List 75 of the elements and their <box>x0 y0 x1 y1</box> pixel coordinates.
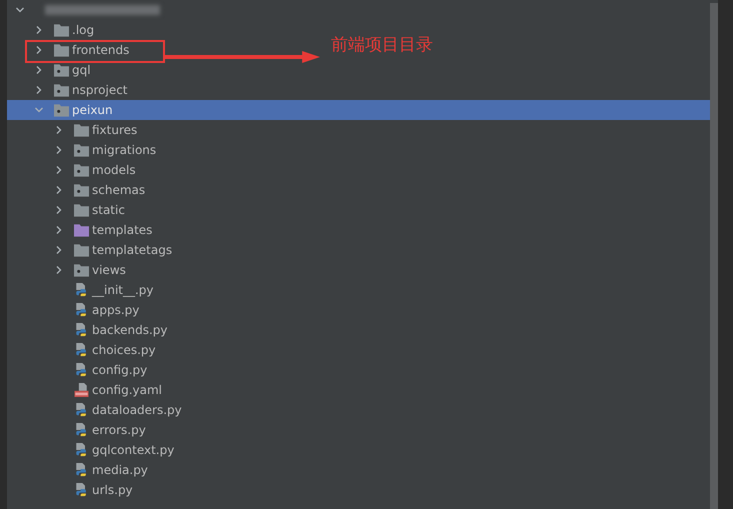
annotation-text: 前端项目目录 <box>331 34 433 56</box>
file-name: config.yaml <box>92 383 162 397</box>
tree-row[interactable]: backends.py <box>7 320 172 340</box>
file-name: choices.py <box>92 343 156 357</box>
file-name: peixun <box>72 103 113 117</box>
file-name: templates <box>92 223 152 237</box>
tree-row[interactable]: migrations <box>7 140 160 160</box>
file-name: gql <box>72 63 91 77</box>
file-name: views <box>92 263 126 277</box>
tree-row[interactable]: fixtures <box>7 120 142 140</box>
tree-row[interactable]: choices.py <box>7 340 160 360</box>
tree-row[interactable]: errors.py <box>7 420 150 440</box>
scrollbar[interactable] <box>710 3 718 509</box>
file-name: migrations <box>92 143 156 157</box>
module-folder-icon <box>74 143 89 157</box>
tree-row[interactable]: peixun <box>7 100 710 120</box>
file-name: .log <box>72 23 94 37</box>
tree-row[interactable]: .log <box>7 20 98 40</box>
file-name: static <box>92 203 125 217</box>
tree-row[interactable]: __init__.py <box>7 280 158 300</box>
tree-row[interactable]: schemas <box>7 180 150 200</box>
file-name: urls.py <box>92 483 133 497</box>
file-name: nsproject <box>72 83 128 97</box>
tree-row[interactable]: config.yaml <box>7 380 166 400</box>
tree-row[interactable]: templatetags <box>7 240 176 260</box>
tree-row[interactable]: media.py <box>7 460 152 480</box>
python-file-icon <box>74 363 89 377</box>
module-folder-icon <box>54 63 69 77</box>
tree-row[interactable]: views <box>7 260 130 280</box>
file-name: fixtures <box>92 123 138 137</box>
file-name: models <box>92 163 136 177</box>
module-folder-icon <box>54 103 69 117</box>
tree-row[interactable]: config.py <box>7 360 152 380</box>
tree-row[interactable]: frontends <box>7 40 134 60</box>
file-name: templatetags <box>92 243 172 257</box>
tree-row[interactable]: static <box>7 200 129 220</box>
tree-row[interactable]: gql <box>7 60 95 80</box>
python-file-icon <box>74 403 89 417</box>
file-name: apps.py <box>92 303 140 317</box>
python-file-icon <box>74 423 89 437</box>
tree-row[interactable]: templates <box>7 220 156 240</box>
python-file-icon <box>74 303 89 317</box>
folder-icon <box>74 203 89 217</box>
tree-row[interactable]: gqlcontext.py <box>7 440 178 460</box>
python-file-icon <box>74 443 89 457</box>
folder-icon <box>74 123 89 137</box>
file-name: media.py <box>92 463 148 477</box>
python-file-icon <box>74 283 89 297</box>
folder-icon <box>54 43 69 57</box>
python-file-icon <box>74 463 89 477</box>
file-name: frontends <box>72 43 130 57</box>
python-file-icon <box>74 483 89 497</box>
tree-row[interactable]: apps.py <box>7 300 144 320</box>
folder-icon <box>54 23 69 37</box>
module-folder-icon <box>74 183 89 197</box>
arrow-icon <box>165 50 320 64</box>
yaml-file-icon <box>74 383 89 397</box>
python-file-icon <box>74 343 89 357</box>
folder-icon <box>74 223 89 237</box>
folder-icon <box>74 243 89 257</box>
file-name: errors.py <box>92 423 146 437</box>
file-name: config.py <box>92 363 148 377</box>
tree-row[interactable]: nsproject <box>7 80 132 100</box>
tree-row[interactable]: urls.py <box>7 480 137 500</box>
file-name: gqlcontext.py <box>92 443 174 457</box>
tree-row[interactable]: dataloaders.py <box>7 400 186 420</box>
module-folder-icon <box>74 263 89 277</box>
module-folder-icon <box>74 163 89 177</box>
file-name: __init__.py <box>92 283 154 297</box>
module-folder-icon <box>54 83 69 97</box>
file-name: backends.py <box>92 323 168 337</box>
python-file-icon <box>74 323 89 337</box>
file-name: schemas <box>92 183 146 197</box>
file-name: dataloaders.py <box>92 403 182 417</box>
tree-row[interactable]: models <box>7 160 140 180</box>
